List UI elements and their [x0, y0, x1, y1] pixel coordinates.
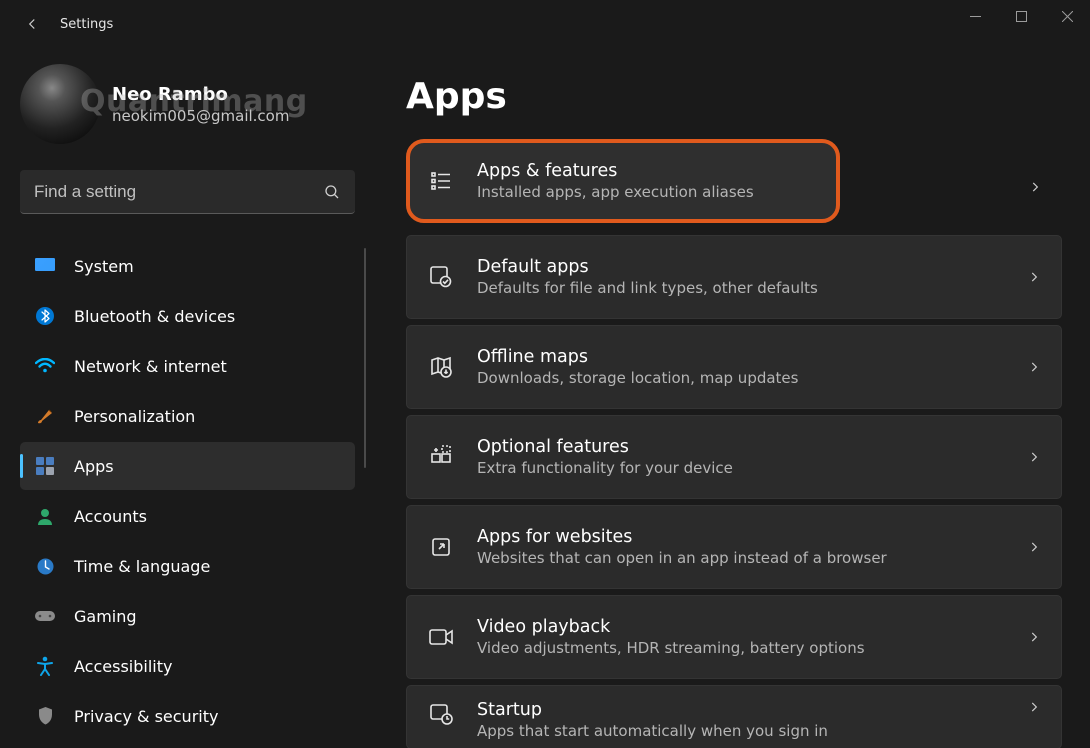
card-apps-features[interactable]: Apps & features Installed apps, app exec… [406, 139, 840, 223]
wifi-icon [34, 355, 56, 377]
sidebar-item-label: System [74, 257, 134, 276]
card-subtitle: Websites that can open in an app instead… [477, 549, 1005, 567]
map-download-icon [427, 353, 455, 381]
sidebar-item-label: Apps [74, 457, 114, 476]
close-button[interactable] [1044, 0, 1090, 32]
card-default-apps[interactable]: Default apps Defaults for file and link … [406, 235, 1062, 319]
card-optional-features[interactable]: Optional features Extra functionality fo… [406, 415, 1062, 499]
card-subtitle: Downloads, storage location, map updates [477, 369, 1005, 387]
sidebar-item-system[interactable]: System [20, 242, 355, 290]
card-subtitle: Video adjustments, HDR streaming, batter… [477, 639, 1005, 657]
accessibility-icon [34, 655, 56, 677]
video-icon [427, 623, 455, 651]
sidebar-item-label: Privacy & security [74, 707, 218, 726]
card-subtitle: Apps that start automatically when you s… [477, 722, 1005, 740]
chevron-right-icon [1027, 270, 1041, 284]
shield-icon [34, 705, 56, 727]
chevron-right-icon [1028, 180, 1042, 194]
open-external-icon [427, 533, 455, 561]
card-title: Offline maps [477, 347, 1005, 367]
profile-email: neokim005@gmail.com [112, 107, 289, 125]
clock-globe-icon [34, 555, 56, 577]
sidebar-item-label: Personalization [74, 407, 195, 426]
optional-features-icon [427, 443, 455, 471]
avatar [20, 64, 100, 144]
card-startup[interactable]: Startup Apps that start automatically wh… [406, 685, 1062, 748]
bluetooth-icon [34, 305, 56, 327]
chevron-right-icon [1027, 700, 1041, 714]
sidebar-item-time-language[interactable]: Time & language [20, 542, 355, 590]
maximize-icon [1016, 11, 1027, 22]
page-title: Apps [406, 76, 1062, 117]
paintbrush-icon [34, 405, 56, 427]
card-title: Apps & features [477, 161, 819, 181]
chevron-right-icon [1027, 630, 1041, 644]
card-subtitle: Extra functionality for your device [477, 459, 1005, 477]
account-profile[interactable]: Neo Rambo neokim005@gmail.com Quantriman… [20, 64, 360, 144]
back-button[interactable] [12, 4, 52, 44]
gamepad-icon [34, 605, 56, 627]
person-icon [34, 505, 56, 527]
window-title: Settings [60, 17, 113, 32]
card-subtitle: Installed apps, app execution aliases [477, 183, 819, 201]
list-icon [427, 167, 455, 195]
sidebar-item-label: Network & internet [74, 357, 227, 376]
sidebar-item-accounts[interactable]: Accounts [20, 492, 355, 540]
sidebar-item-privacy[interactable]: Privacy & security [20, 692, 355, 740]
card-title: Optional features [477, 437, 1005, 457]
chevron-right-icon [1027, 450, 1041, 464]
titlebar: Settings [0, 0, 1090, 48]
sidebar-item-bluetooth[interactable]: Bluetooth & devices [20, 292, 355, 340]
profile-name: Neo Rambo [112, 84, 289, 105]
monitor-icon [34, 255, 56, 277]
minimize-icon [970, 11, 981, 22]
startup-icon [427, 700, 455, 728]
card-video-playback[interactable]: Video playback Video adjustments, HDR st… [406, 595, 1062, 679]
sidebar-item-label: Accessibility [74, 657, 172, 676]
sidebar: Neo Rambo neokim005@gmail.com Quantriman… [0, 48, 380, 748]
sidebar-item-gaming[interactable]: Gaming [20, 592, 355, 640]
card-subtitle: Defaults for file and link types, other … [477, 279, 1005, 297]
card-title: Default apps [477, 257, 1005, 277]
sidebar-item-label: Time & language [74, 557, 210, 576]
sidebar-item-apps[interactable]: Apps [20, 442, 355, 490]
sidebar-item-accessibility[interactable]: Accessibility [20, 642, 355, 690]
sidebar-nav: System Bluetooth & devices Network & int… [20, 242, 360, 740]
maximize-button[interactable] [998, 0, 1044, 32]
card-title: Apps for websites [477, 527, 1005, 547]
search-input[interactable] [20, 170, 355, 214]
apps-icon [34, 455, 56, 477]
sidebar-item-personalization[interactable]: Personalization [20, 392, 355, 440]
sidebar-item-label: Bluetooth & devices [74, 307, 235, 326]
card-title: Startup [477, 700, 1005, 720]
card-offline-maps[interactable]: Offline maps Downloads, storage location… [406, 325, 1062, 409]
chevron-right-icon [1027, 540, 1041, 554]
arrow-left-icon [23, 15, 41, 33]
main-content: Apps Apps & features Installed apps, app… [380, 48, 1090, 748]
sidebar-item-label: Gaming [74, 607, 137, 626]
window-controls [952, 0, 1090, 32]
sidebar-item-network[interactable]: Network & internet [20, 342, 355, 390]
card-title: Video playback [477, 617, 1005, 637]
card-apps-for-websites[interactable]: Apps for websites Websites that can open… [406, 505, 1062, 589]
chevron-right-icon [1027, 360, 1041, 374]
settings-cards: Apps & features Installed apps, app exec… [406, 139, 1062, 748]
close-icon [1062, 11, 1073, 22]
default-apps-icon [427, 263, 455, 291]
search-icon [323, 183, 341, 201]
search-container [20, 170, 355, 214]
sidebar-item-label: Accounts [74, 507, 147, 526]
minimize-button[interactable] [952, 0, 998, 32]
